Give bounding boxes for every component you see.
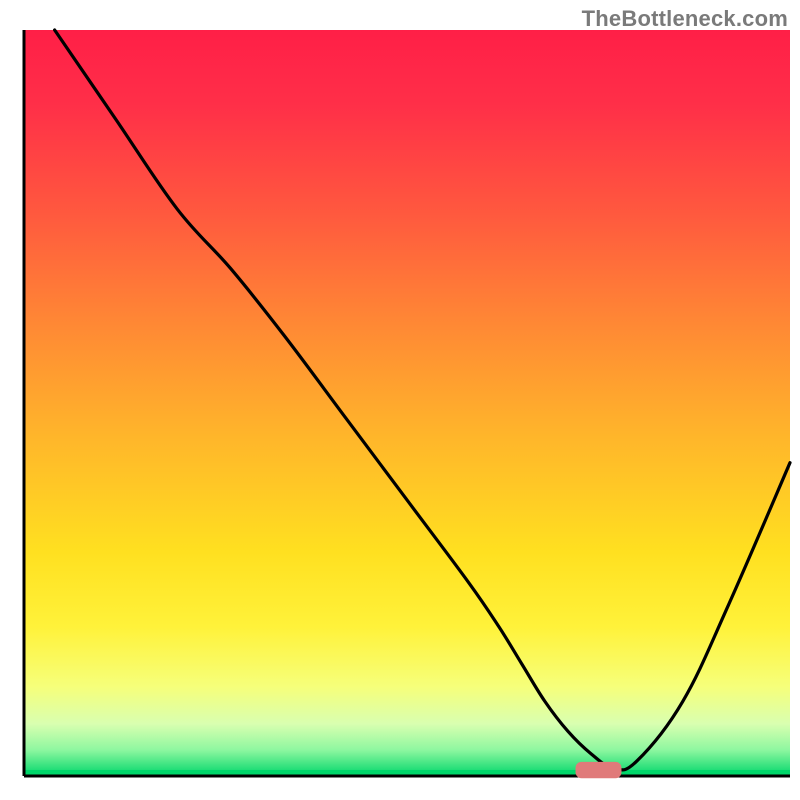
bottleneck-chart [0, 0, 800, 800]
chart-container: TheBottleneck.com [0, 0, 800, 800]
optimal-range-marker [576, 762, 622, 778]
watermark-label: TheBottleneck.com [582, 6, 788, 32]
plot-background [24, 30, 790, 776]
